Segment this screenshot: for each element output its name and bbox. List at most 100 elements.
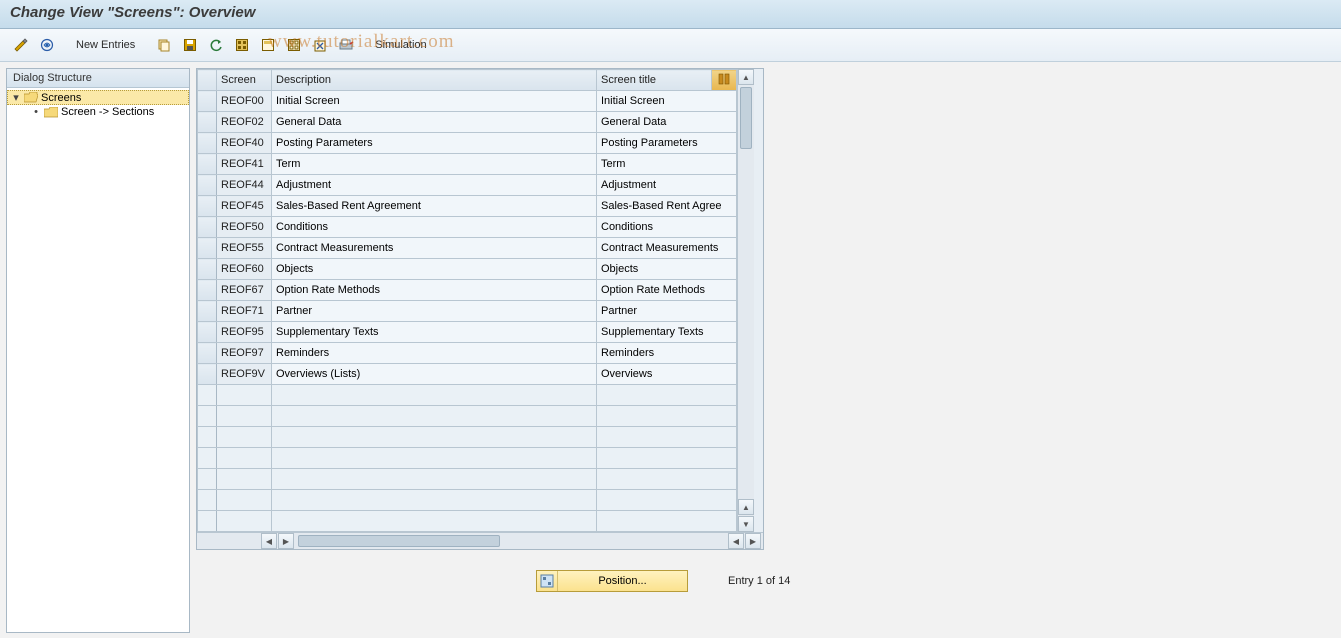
cell-description[interactable]: Initial Screen (272, 91, 597, 112)
cell-title[interactable] (597, 385, 737, 406)
cell-screen[interactable]: REOF55 (217, 238, 272, 259)
cell-title[interactable]: Contract Measurements (597, 238, 737, 259)
cell-screen[interactable]: REOF60 (217, 259, 272, 280)
cell-description[interactable]: Supplementary Texts (272, 322, 597, 343)
cell-screen[interactable] (217, 427, 272, 448)
cell-title[interactable]: Conditions (597, 217, 737, 238)
position-button[interactable]: Position... (536, 570, 688, 592)
undo-change-icon[interactable] (205, 35, 227, 55)
row-selector[interactable] (198, 322, 217, 343)
cell-description[interactable]: Adjustment (272, 175, 597, 196)
select-block-icon[interactable] (257, 35, 279, 55)
cell-screen[interactable] (217, 448, 272, 469)
table-row[interactable]: REOF50ConditionsConditions (198, 217, 737, 238)
cell-description[interactable]: Posting Parameters (272, 133, 597, 154)
cell-description[interactable] (272, 385, 597, 406)
cell-screen[interactable]: REOF41 (217, 154, 272, 175)
cell-description[interactable] (272, 511, 597, 532)
simulation-button[interactable]: Simulation (369, 35, 432, 55)
cell-title[interactable] (597, 490, 737, 511)
cell-screen[interactable] (217, 490, 272, 511)
cell-description[interactable]: Partner (272, 301, 597, 322)
column-header-title[interactable]: Screen title (597, 70, 712, 91)
row-selector[interactable] (198, 385, 217, 406)
vertical-scrollbar[interactable]: ▲ ▲ ▼ (737, 69, 754, 532)
cell-description[interactable]: General Data (272, 112, 597, 133)
cell-title[interactable]: Supplementary Texts (597, 322, 737, 343)
tree-node-screens[interactable]: ▾ Screens (7, 90, 189, 105)
expand-caret-icon[interactable]: ▾ (11, 91, 21, 104)
row-selector[interactable] (198, 91, 217, 112)
row-selector[interactable] (198, 154, 217, 175)
cell-title[interactable]: Overviews (597, 364, 737, 385)
table-row[interactable]: REOF45Sales-Based Rent AgreementSales-Ba… (198, 196, 737, 217)
row-selector[interactable] (198, 280, 217, 301)
delete-icon[interactable] (309, 35, 331, 55)
tree-node-screen-sections[interactable]: • Screen -> Sections (7, 105, 189, 119)
row-selector[interactable] (198, 217, 217, 238)
table-row[interactable]: REOF9VOverviews (Lists)Overviews (198, 364, 737, 385)
cell-description[interactable] (272, 448, 597, 469)
table-row[interactable] (198, 511, 737, 532)
table-row[interactable]: REOF97RemindersReminders (198, 343, 737, 364)
table-row[interactable]: REOF41TermTerm (198, 154, 737, 175)
table-configure-icon[interactable] (712, 70, 737, 91)
cell-title[interactable]: Option Rate Methods (597, 280, 737, 301)
cell-description[interactable] (272, 406, 597, 427)
new-entries-button[interactable]: New Entries (70, 35, 141, 55)
table-row[interactable] (198, 490, 737, 511)
cell-title[interactable]: Posting Parameters (597, 133, 737, 154)
table-row[interactable]: REOF44AdjustmentAdjustment (198, 175, 737, 196)
cell-title[interactable]: General Data (597, 112, 737, 133)
table-row[interactable]: REOF71PartnerPartner (198, 301, 737, 322)
copy-as-icon[interactable] (153, 35, 175, 55)
scroll-up-icon[interactable]: ▲ (738, 69, 754, 85)
table-row[interactable]: REOF60ObjectsObjects (198, 259, 737, 280)
cell-title[interactable]: Objects (597, 259, 737, 280)
row-selector[interactable] (198, 364, 217, 385)
table-row[interactable]: REOF00Initial ScreenInitial Screen (198, 91, 737, 112)
other-view-icon[interactable] (36, 35, 58, 55)
row-selector[interactable] (198, 133, 217, 154)
table-row[interactable] (198, 385, 737, 406)
table-row[interactable]: REOF67Option Rate MethodsOption Rate Met… (198, 280, 737, 301)
row-selector[interactable] (198, 490, 217, 511)
row-selector[interactable] (198, 175, 217, 196)
cell-title[interactable]: Initial Screen (597, 91, 737, 112)
cell-screen[interactable]: REOF44 (217, 175, 272, 196)
scroll-thumb-h[interactable] (298, 535, 500, 547)
save-icon[interactable] (179, 35, 201, 55)
row-selector[interactable] (198, 343, 217, 364)
cell-screen[interactable] (217, 511, 272, 532)
cell-description[interactable]: Conditions (272, 217, 597, 238)
cell-screen[interactable]: REOF9V (217, 364, 272, 385)
scroll-thumb[interactable] (740, 87, 752, 149)
row-selector[interactable] (198, 112, 217, 133)
table-row[interactable] (198, 427, 737, 448)
print-icon[interactable] (335, 35, 357, 55)
scroll-right-step-icon[interactable]: ▶ (278, 533, 294, 549)
table-corner[interactable] (198, 70, 217, 91)
scroll-left-icon[interactable]: ◀ (261, 533, 277, 549)
cell-title[interactable] (597, 406, 737, 427)
table-row[interactable]: REOF55Contract MeasurementsContract Meas… (198, 238, 737, 259)
column-header-screen[interactable]: Screen (217, 70, 272, 91)
cell-description[interactable] (272, 427, 597, 448)
cell-title[interactable]: Reminders (597, 343, 737, 364)
cell-description[interactable]: Sales-Based Rent Agreement (272, 196, 597, 217)
row-selector[interactable] (198, 196, 217, 217)
cell-screen[interactable]: REOF67 (217, 280, 272, 301)
row-selector[interactable] (198, 427, 217, 448)
table-row[interactable] (198, 469, 737, 490)
cell-title[interactable]: Adjustment (597, 175, 737, 196)
cell-screen[interactable]: REOF02 (217, 112, 272, 133)
cell-description[interactable] (272, 469, 597, 490)
row-selector[interactable] (198, 469, 217, 490)
row-selector[interactable] (198, 301, 217, 322)
cell-description[interactable]: Reminders (272, 343, 597, 364)
cell-screen[interactable]: REOF95 (217, 322, 272, 343)
scroll-down-icon[interactable]: ▼ (738, 516, 754, 532)
cell-title[interactable]: Sales-Based Rent Agree (597, 196, 737, 217)
row-selector[interactable] (198, 259, 217, 280)
cell-description[interactable]: Contract Measurements (272, 238, 597, 259)
